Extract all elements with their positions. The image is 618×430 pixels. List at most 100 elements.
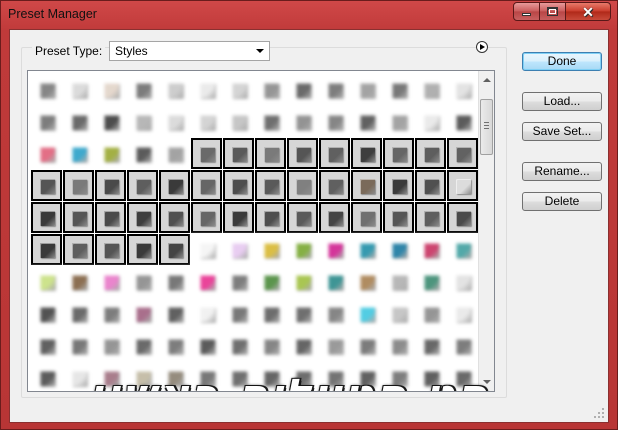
style-preset-cell[interactable] bbox=[63, 330, 94, 361]
style-preset-cell[interactable] bbox=[383, 266, 414, 297]
style-preset-cell[interactable] bbox=[383, 330, 414, 361]
style-preset-cell[interactable] bbox=[63, 106, 94, 137]
style-preset-cell[interactable] bbox=[319, 106, 350, 137]
load-button[interactable]: Load... bbox=[522, 92, 602, 111]
style-preset-cell[interactable] bbox=[383, 298, 414, 329]
style-preset-cell[interactable] bbox=[63, 234, 94, 265]
style-preset-cell[interactable] bbox=[287, 266, 318, 297]
save-set-button[interactable]: Save Set... bbox=[522, 122, 602, 141]
scroll-down-button[interactable] bbox=[480, 374, 494, 390]
style-preset-cell[interactable] bbox=[191, 202, 222, 233]
style-preset-cell[interactable] bbox=[127, 202, 158, 233]
style-preset-cell[interactable] bbox=[31, 298, 62, 329]
close-button[interactable]: ✕ bbox=[566, 2, 611, 21]
style-preset-cell[interactable] bbox=[319, 170, 350, 201]
style-preset-cell[interactable] bbox=[447, 234, 478, 265]
style-preset-cell[interactable] bbox=[191, 138, 222, 169]
style-preset-cell[interactable] bbox=[31, 362, 62, 391]
style-preset-cell[interactable] bbox=[447, 362, 478, 391]
style-preset-cell[interactable] bbox=[415, 106, 446, 137]
style-preset-cell[interactable] bbox=[63, 138, 94, 169]
style-preset-cell[interactable] bbox=[255, 298, 286, 329]
style-preset-cell[interactable] bbox=[351, 170, 382, 201]
style-preset-cell[interactable] bbox=[319, 234, 350, 265]
style-preset-cell[interactable] bbox=[223, 106, 254, 137]
style-preset-cell[interactable] bbox=[319, 74, 350, 105]
style-preset-cell[interactable] bbox=[415, 362, 446, 391]
style-preset-cell[interactable] bbox=[191, 106, 222, 137]
style-preset-cell[interactable] bbox=[351, 362, 382, 391]
style-preset-cell[interactable] bbox=[223, 74, 254, 105]
style-preset-cell[interactable] bbox=[31, 74, 62, 105]
style-preset-cell[interactable] bbox=[447, 330, 478, 361]
style-preset-cell[interactable] bbox=[383, 170, 414, 201]
style-preset-cell[interactable] bbox=[95, 170, 126, 201]
style-preset-cell[interactable] bbox=[31, 170, 62, 201]
style-preset-cell[interactable] bbox=[351, 202, 382, 233]
style-preset-cell[interactable] bbox=[31, 106, 62, 137]
style-preset-cell[interactable] bbox=[159, 362, 190, 391]
style-preset-cell[interactable] bbox=[95, 106, 126, 137]
style-preset-cell[interactable] bbox=[447, 202, 478, 233]
style-preset-cell[interactable] bbox=[63, 362, 94, 391]
style-preset-cell[interactable] bbox=[319, 362, 350, 391]
style-preset-cell[interactable] bbox=[447, 170, 478, 201]
style-preset-cell[interactable] bbox=[31, 234, 62, 265]
style-preset-cell[interactable] bbox=[447, 266, 478, 297]
title-bar[interactable]: Preset Manager ✕ bbox=[1, 1, 617, 29]
style-preset-cell[interactable] bbox=[287, 362, 318, 391]
style-preset-cell[interactable] bbox=[31, 138, 62, 169]
style-preset-cell[interactable] bbox=[255, 234, 286, 265]
style-preset-cell[interactable] bbox=[255, 106, 286, 137]
style-preset-cell[interactable] bbox=[351, 234, 382, 265]
style-preset-cell[interactable] bbox=[287, 138, 318, 169]
style-preset-cell[interactable] bbox=[159, 202, 190, 233]
delete-button[interactable]: Delete bbox=[522, 192, 602, 211]
style-preset-cell[interactable] bbox=[351, 298, 382, 329]
style-preset-cell[interactable] bbox=[319, 266, 350, 297]
style-preset-cell[interactable] bbox=[31, 202, 62, 233]
style-preset-cell[interactable] bbox=[287, 106, 318, 137]
style-preset-cell[interactable] bbox=[287, 330, 318, 361]
style-preset-cell[interactable] bbox=[127, 362, 158, 391]
style-preset-cell[interactable] bbox=[95, 298, 126, 329]
style-preset-cell[interactable] bbox=[223, 362, 254, 391]
preset-type-select[interactable]: Styles bbox=[109, 41, 270, 61]
style-preset-cell[interactable] bbox=[415, 74, 446, 105]
style-preset-cell[interactable] bbox=[319, 330, 350, 361]
style-preset-cell[interactable] bbox=[383, 138, 414, 169]
style-preset-cell[interactable] bbox=[191, 266, 222, 297]
resize-grip[interactable] bbox=[594, 408, 605, 419]
style-preset-cell[interactable] bbox=[159, 106, 190, 137]
style-preset-cell[interactable] bbox=[255, 138, 286, 169]
style-preset-cell[interactable] bbox=[95, 266, 126, 297]
style-preset-cell[interactable] bbox=[63, 266, 94, 297]
style-preset-cell[interactable] bbox=[287, 74, 318, 105]
style-preset-cell[interactable] bbox=[159, 170, 190, 201]
style-preset-cell[interactable] bbox=[95, 234, 126, 265]
maximize-button[interactable] bbox=[540, 2, 566, 21]
style-preset-cell[interactable] bbox=[127, 170, 158, 201]
style-preset-cell[interactable] bbox=[191, 330, 222, 361]
style-preset-cell[interactable] bbox=[319, 138, 350, 169]
style-preset-cell[interactable] bbox=[159, 298, 190, 329]
style-preset-cell[interactable] bbox=[415, 234, 446, 265]
style-preset-cell[interactable] bbox=[351, 74, 382, 105]
style-preset-cell[interactable] bbox=[191, 234, 222, 265]
style-preset-cell[interactable] bbox=[319, 202, 350, 233]
style-preset-cell[interactable] bbox=[127, 234, 158, 265]
style-preset-cell[interactable] bbox=[351, 106, 382, 137]
style-preset-cell[interactable] bbox=[127, 106, 158, 137]
style-preset-cell[interactable] bbox=[191, 298, 222, 329]
style-preset-cell[interactable] bbox=[415, 202, 446, 233]
style-preset-cell[interactable] bbox=[255, 170, 286, 201]
style-preset-cell[interactable] bbox=[223, 138, 254, 169]
style-preset-cell[interactable] bbox=[319, 298, 350, 329]
style-preset-cell[interactable] bbox=[95, 138, 126, 169]
style-preset-cell[interactable] bbox=[447, 74, 478, 105]
style-preset-cell[interactable] bbox=[159, 74, 190, 105]
style-preset-cell[interactable] bbox=[447, 298, 478, 329]
style-preset-cell[interactable] bbox=[287, 298, 318, 329]
done-button[interactable]: Done bbox=[522, 52, 602, 71]
vertical-scrollbar[interactable] bbox=[478, 71, 494, 391]
